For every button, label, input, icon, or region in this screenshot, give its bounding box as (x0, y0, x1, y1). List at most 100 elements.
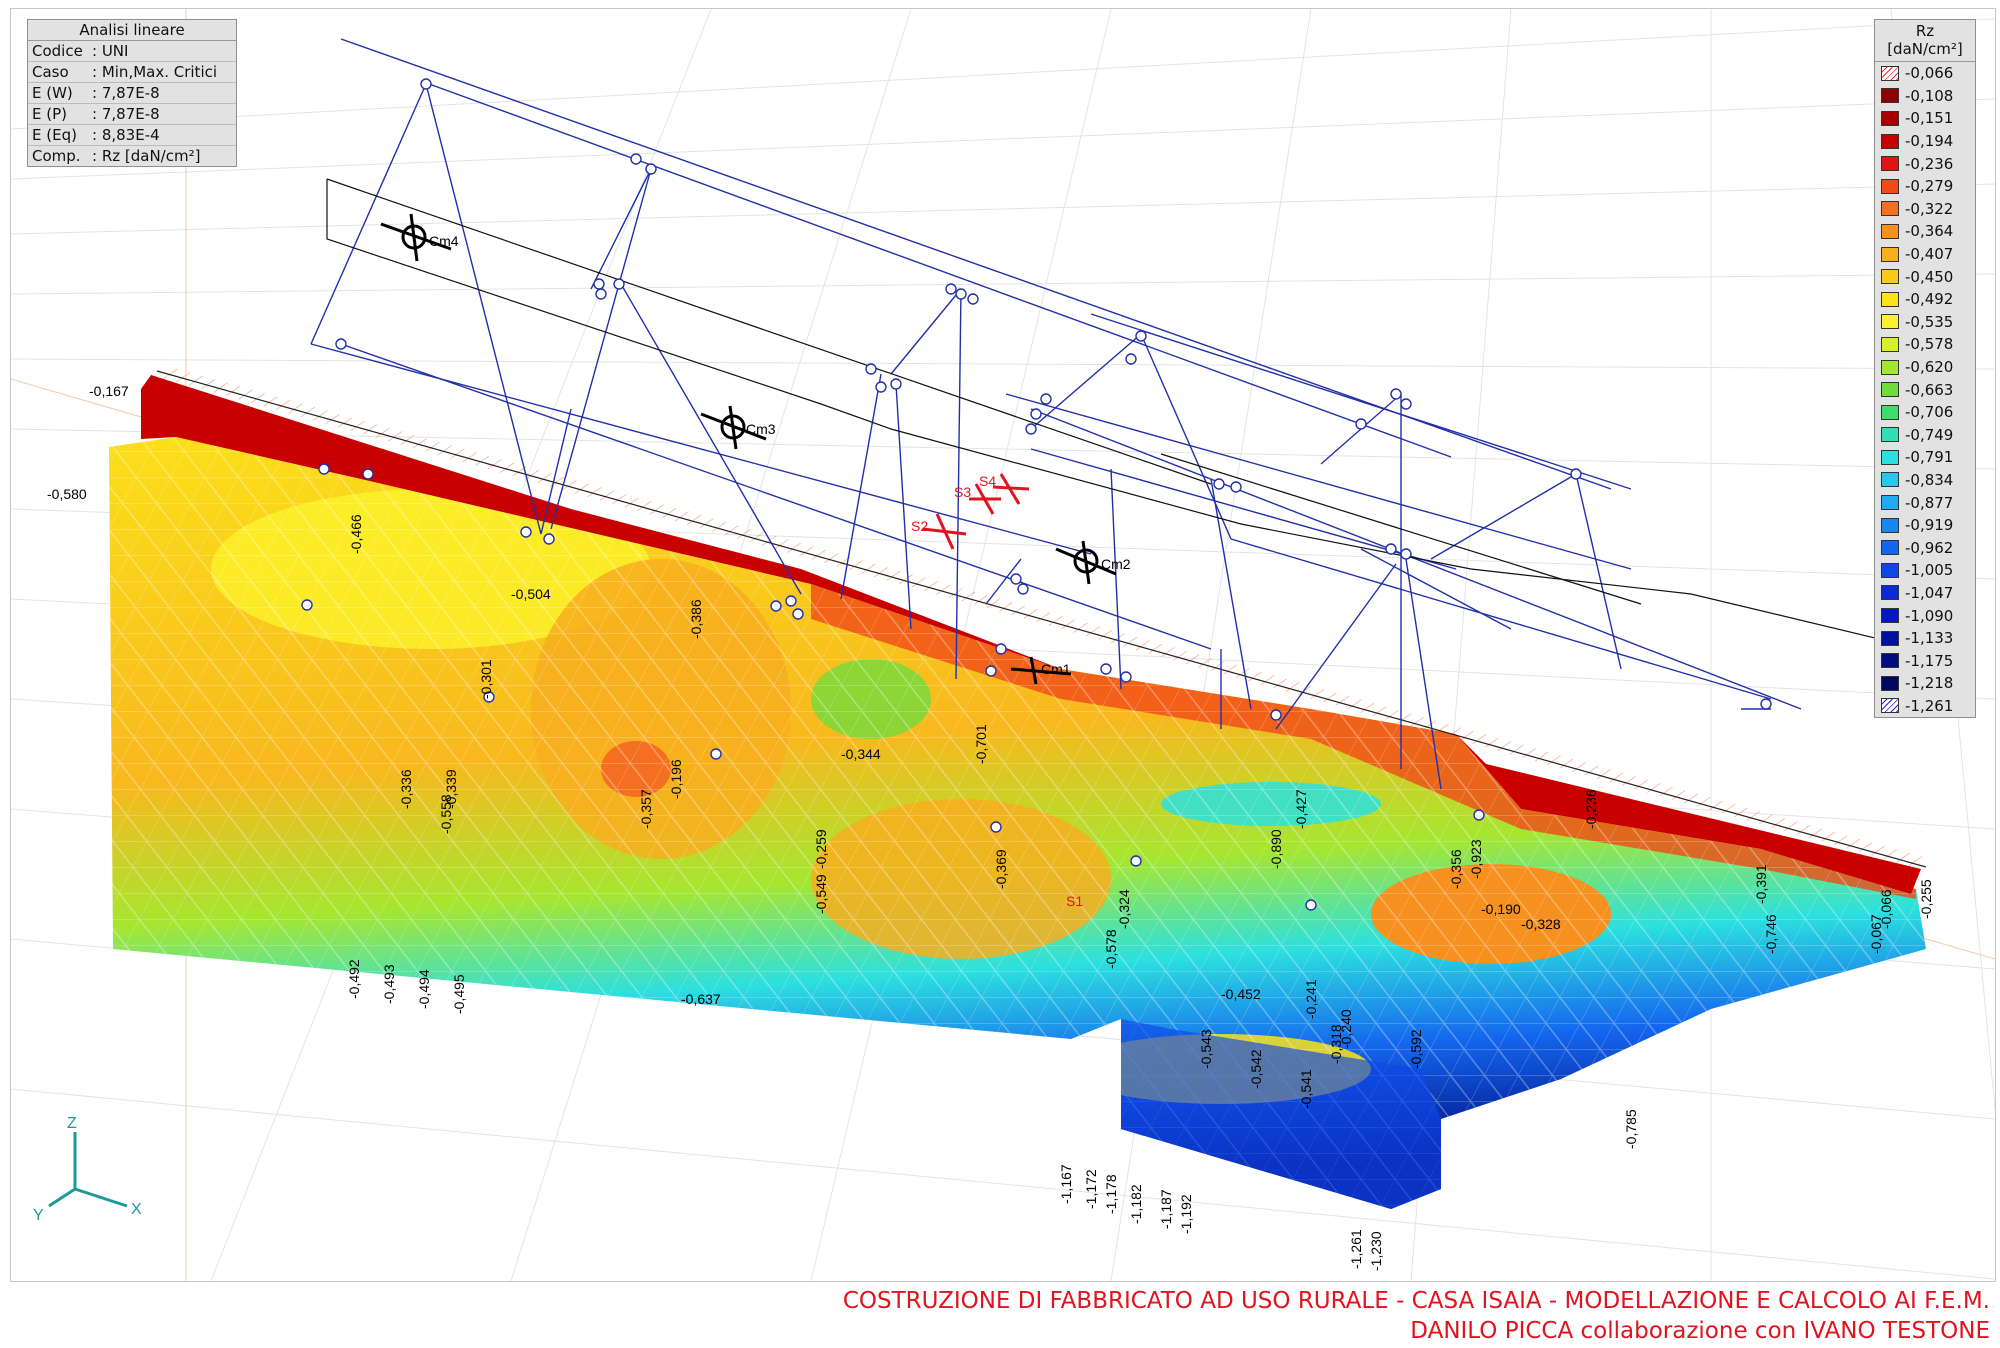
contour-value-label: -1,261 (1348, 1229, 1364, 1269)
legend-swatch (1881, 495, 1899, 511)
legend-item: -0,407 (1875, 243, 1975, 266)
legend-label: -0,450 (1905, 267, 1954, 286)
legend-label: -1,005 (1905, 561, 1954, 580)
contour-value-label: -0,504 (511, 586, 551, 602)
contour-value-label: -0,196 (668, 759, 684, 799)
contour-value-label: -0,259 (813, 829, 829, 869)
legend-label: -0,749 (1905, 425, 1954, 444)
legend-label: -0,578 (1905, 335, 1954, 354)
s-markers (922, 473, 1030, 550)
info-row-caso: Caso: Min,Max. Critici (28, 62, 236, 83)
node-label-s1: S1 (1066, 893, 1083, 909)
legend-label: -0,364 (1905, 222, 1954, 241)
legend-label: -1,090 (1905, 606, 1954, 625)
legend-swatch (1881, 269, 1899, 285)
contour-value-label: -0,493 (381, 964, 397, 1004)
legend-item: -0,791 (1875, 446, 1975, 469)
legend-label: -0,236 (1905, 154, 1954, 173)
info-row-ep: E (P): 7,87E-8 (28, 104, 236, 125)
legend-swatch (1881, 88, 1899, 104)
contour-value-label: -0,466 (348, 514, 364, 554)
contour-value-label: -0,558 (438, 794, 454, 834)
legend-item: -0,108 (1875, 85, 1975, 108)
info-title: Analisi lineare (28, 20, 236, 41)
contour-value-label: -0,923 (1468, 839, 1484, 879)
legend-label: -0,535 (1905, 312, 1954, 331)
info-row-eeq: E (Eq): 8,83E-4 (28, 125, 236, 146)
contour-value-label: -0,324 (1116, 889, 1132, 929)
contour-value-label: -1,178 (1103, 1174, 1119, 1214)
contour-value-label: -0,427 (1293, 789, 1309, 829)
contour-value-label: -0,580 (47, 486, 87, 502)
contour-value-label: -0,541 (1298, 1069, 1314, 1109)
legend-swatch (1881, 427, 1899, 443)
contour-value-label: -0,236 (1583, 789, 1599, 829)
legend-item: -0,322 (1875, 198, 1975, 221)
legend-swatch (1881, 608, 1899, 624)
contour-value-label: -0,578 (1103, 929, 1119, 969)
contour-value-label: -0,190 (1481, 901, 1521, 917)
axis-x-label: X (131, 1201, 142, 1218)
legend-label: -0,151 (1905, 109, 1954, 128)
legend-item: -0,450 (1875, 265, 1975, 288)
contour-value-label: -1,182 (1128, 1184, 1144, 1224)
legend-swatch (1881, 314, 1899, 330)
legend-label: -1,047 (1905, 583, 1954, 602)
axis-y-label: Y (33, 1207, 44, 1224)
legend-swatch (1881, 653, 1899, 669)
legend-item: -0,066 (1875, 62, 1975, 85)
node-label-s3: S3 (954, 484, 971, 500)
legend-item: -0,492 (1875, 288, 1975, 311)
legend-label: -1,218 (1905, 674, 1954, 693)
legend-swatch (1881, 246, 1899, 262)
legend-swatch (1881, 336, 1899, 352)
legend-item: -0,578 (1875, 333, 1975, 356)
contour-value-label: -0,328 (1521, 916, 1561, 932)
legend-item: -0,962 (1875, 536, 1975, 559)
legend-label: -0,066 (1905, 64, 1954, 83)
node-label-cm1: Cm1 (1041, 661, 1071, 677)
contour-value-label: -1,187 (1158, 1189, 1174, 1229)
legend-swatch (1881, 178, 1899, 194)
contour-value-label: -0,356 (1448, 849, 1464, 889)
contour-value-label: -0,369 (993, 849, 1009, 889)
legend-label: -0,962 (1905, 538, 1954, 557)
contour-value-label: -0,785 (1623, 1109, 1639, 1149)
contour-value-label: -0,746 (1763, 914, 1779, 954)
contour-value-label: -0,542 (1248, 1049, 1264, 1089)
legend-swatch (1881, 156, 1899, 172)
legend-item: -0,535 (1875, 311, 1975, 334)
legend-label: -0,108 (1905, 86, 1954, 105)
legend-item: -0,194 (1875, 130, 1975, 153)
legend-swatch (1881, 65, 1899, 81)
legend-item: -0,151 (1875, 107, 1975, 130)
legend-item: -1,175 (1875, 649, 1975, 672)
legend-item: -0,919 (1875, 514, 1975, 537)
axis-z-label: Z (67, 1115, 77, 1132)
contour-value-label: -0,492 (346, 959, 362, 999)
legend-label: -0,407 (1905, 245, 1954, 264)
legend-label: -1,175 (1905, 651, 1954, 670)
contour-value-label: -0,637 (681, 991, 721, 1007)
legend-swatch (1881, 472, 1899, 488)
legend-item: -0,663 (1875, 378, 1975, 401)
contour-value-label: -0,592 (1408, 1029, 1424, 1069)
legend-item: -0,877 (1875, 491, 1975, 514)
contour-value-label: -0,066 (1878, 889, 1894, 929)
legend-swatch (1881, 675, 1899, 691)
legend-swatch (1881, 404, 1899, 420)
contour-value-label: -0,167 (89, 383, 129, 399)
legend-label: -0,877 (1905, 493, 1954, 512)
legend-label: -0,706 (1905, 403, 1954, 422)
contour-value-label: -1,230 (1368, 1231, 1384, 1271)
contour-value-label: -1,167 (1058, 1164, 1074, 1204)
model-viewport[interactable]: Cm4 Cm3 Cm2 Cm1 S1 S2 S3 S4 -0,167 -0,580… (10, 8, 1996, 1282)
legend-item: -1,133 (1875, 627, 1975, 650)
legend-label: -0,620 (1905, 358, 1954, 377)
contour-value-label: -0,357 (638, 789, 654, 829)
contour-value-label: -0,344 (841, 746, 881, 762)
legend-label: -0,279 (1905, 177, 1954, 196)
legend-label: -0,919 (1905, 516, 1954, 535)
contour-value-label: -0,391 (1753, 864, 1769, 904)
legend-swatch (1881, 449, 1899, 465)
